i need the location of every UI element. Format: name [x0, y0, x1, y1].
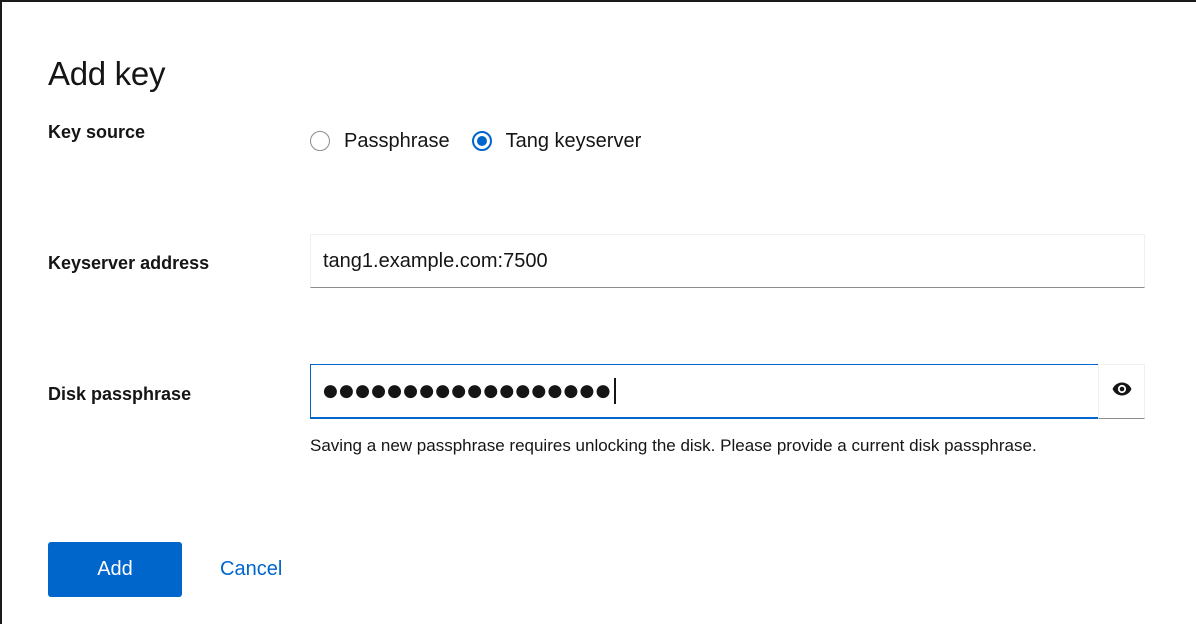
key-source-label: Key source	[48, 122, 146, 142]
disk-passphrase-input[interactable]: ●●●●●●●●●●●●●●●●●●	[310, 364, 1099, 419]
radio-passphrase[interactable]: Passphrase	[310, 130, 450, 153]
radio-tang-keyserver[interactable]: Tang keyserver	[471, 130, 642, 153]
keyserver-address-input[interactable]: tang1.example.com:7500	[310, 234, 1145, 288]
eye-icon	[1112, 382, 1132, 401]
disk-passphrase-masked-value: ●●●●●●●●●●●●●●●●●●	[323, 381, 612, 401]
key-source-radio-group: Passphrase Tang keyserver	[310, 124, 663, 158]
dialog-title: Add key	[48, 55, 166, 92]
keyserver-address-value: tang1.example.com:7500	[323, 249, 548, 272]
radio-passphrase-label[interactable]: Passphrase	[344, 130, 450, 153]
disk-passphrase-label: Disk passphrase	[48, 384, 192, 404]
cancel-button[interactable]: Cancel	[206, 542, 296, 597]
add-button[interactable]: Add	[48, 542, 182, 597]
disk-passphrase-helper-text: Saving a new passphrase requires unlocki…	[310, 436, 1037, 455]
dialog-frame	[0, 0, 1196, 624]
radio-tang-keyserver-label[interactable]: Tang keyserver	[506, 130, 642, 153]
show-passphrase-button[interactable]	[1098, 364, 1145, 419]
text-caret	[613, 378, 616, 404]
keyserver-address-label: Keyserver address	[48, 253, 210, 273]
radio-passphrase-circle[interactable]	[310, 131, 330, 151]
radio-tang-keyserver-circle[interactable]	[471, 131, 492, 151]
